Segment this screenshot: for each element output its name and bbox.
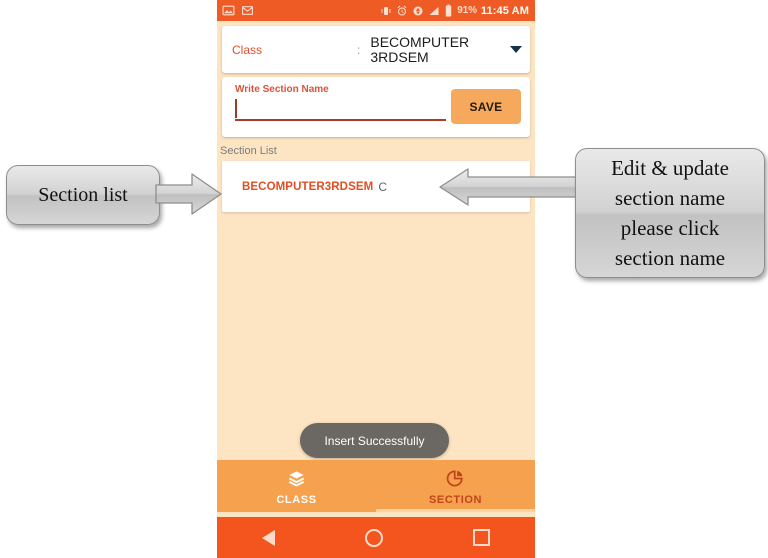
annotation-right-line-3: please click [620, 216, 720, 240]
class-separator: : [357, 42, 361, 57]
signal-icon [429, 6, 439, 15]
back-icon[interactable] [262, 529, 275, 546]
status-bar: 91% 11:45 AM [217, 0, 535, 21]
phone-screenshot: 91% 11:45 AM Class : BECOMPUTER3RDSEM Wr… [217, 0, 535, 558]
tab-section[interactable]: SECTION [376, 460, 535, 512]
status-time-label: 11:45 AM [480, 4, 529, 17]
text-cursor [235, 99, 237, 118]
tab-selected-indicator [376, 509, 535, 512]
layers-icon [288, 471, 305, 487]
chevron-down-icon[interactable] [510, 46, 522, 53]
battery-icon [445, 4, 452, 17]
annotation-right-line-4: section name [614, 246, 726, 270]
gmail-icon [242, 6, 253, 15]
section-item-section-name: C [378, 179, 387, 194]
section-list-header: Section List [220, 145, 277, 157]
annotation-right-line-2: section name [614, 186, 726, 210]
alarm-icon [397, 5, 407, 15]
annotation-edit-section: Edit & update section name please click … [575, 148, 765, 278]
class-selected-value: BECOMPUTER3RDSEM [370, 33, 470, 65]
status-bar-left-icons [222, 4, 254, 17]
section-item-class-name: BECOMPUTER3RDSEM [242, 180, 374, 193]
arrow-left-icon [439, 168, 577, 206]
section-name-field-label: Write Section Name [235, 84, 329, 95]
toast-message: Insert Successfully [300, 423, 449, 458]
class-selector-card[interactable]: Class : BECOMPUTER3RDSEM [222, 26, 530, 73]
android-navigation-bar [217, 517, 535, 558]
arrow-right-icon [155, 173, 222, 215]
section-name-input[interactable] [235, 102, 446, 121]
location-icon [413, 6, 423, 15]
bottom-navigation-bar: CLASS SECTION [217, 460, 535, 512]
annotation-left-text: Section list [38, 183, 128, 206]
tab-class[interactable]: CLASS [217, 460, 376, 512]
annotation-right-line-1: Edit & update [611, 156, 729, 180]
section-name-card: Write Section Name SAVE [222, 77, 530, 137]
pie-chart-icon [446, 470, 463, 487]
tab-class-label: CLASS [276, 494, 317, 506]
home-icon[interactable] [365, 528, 383, 547]
vibrate-icon [381, 6, 391, 15]
status-bar-right-icons: 91% 11:45 AM [380, 4, 529, 17]
image-icon [222, 5, 235, 16]
save-button[interactable]: SAVE [451, 89, 521, 124]
battery-percent-label: 91% [457, 5, 477, 16]
annotation-section-list: Section list [6, 165, 160, 225]
tab-section-label: SECTION [428, 494, 483, 506]
class-label: Class [232, 42, 263, 57]
recents-icon[interactable] [473, 529, 490, 546]
